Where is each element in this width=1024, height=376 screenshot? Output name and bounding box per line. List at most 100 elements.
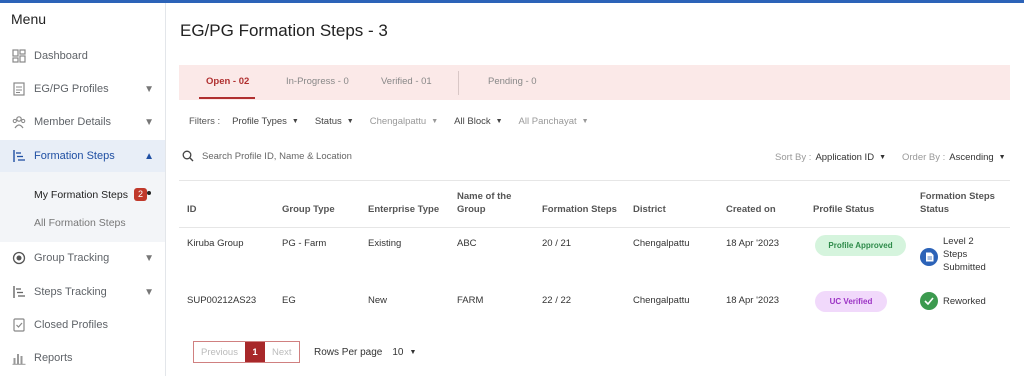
cell-group-type: EG [282,295,296,306]
menu-title: Menu [11,11,47,27]
tracking-icon [12,251,26,265]
submenu-item-all-formation-steps[interactable]: All Formation Steps [34,217,126,229]
cell-id: SUP00212AS23 [187,295,257,306]
cell-id: Kiruba Group [187,238,244,249]
filter-district[interactable]: Chengalpattu ▼ [370,116,438,127]
chevron-down-icon: ▼ [144,252,154,264]
status-line: Submitted [943,262,986,273]
filter-status[interactable]: Status ▼ [315,116,354,127]
table-header: ID Group Type Enterprise Type Name of th… [179,180,1010,228]
filter-block[interactable]: All Block ▼ [454,116,502,127]
active-dot-icon [147,191,151,195]
tab-open[interactable]: Open - 02 [206,76,249,87]
pagination: Previous 1 Next [193,341,300,363]
formation-steps-submenu: My Formation Steps 2 All Formation Steps [0,172,165,242]
sidebar-item-closed-profiles[interactable]: Closed Profiles [0,310,165,340]
order-by-select[interactable]: Order By : Ascending ▼ [902,152,1006,163]
sidebar-item-label: Group Tracking [34,252,110,264]
sidebar-item-egpg-profiles[interactable]: EG/PG Profiles ▼ [0,74,165,104]
header-line: Group [457,204,486,215]
caret-down-icon: ▼ [879,154,886,161]
col-enterprise-type[interactable]: Enterprise Type [368,203,439,216]
cell-enterprise-type: Existing [368,238,402,249]
sidebar-item-label: Reports [34,352,73,364]
cell-group-name: FARM [457,295,484,306]
sidebar-item-label: EG/PG Profiles [34,83,109,95]
previous-page-button[interactable]: Previous [194,342,245,362]
sidebar-item-formation-steps[interactable]: Formation Steps ▲ [0,140,165,172]
status-line: Level 2 [943,236,974,247]
filter-label: Chengalpattu [369,116,427,127]
header-line: Formation Steps [920,191,995,202]
filter-label: Status [314,116,342,127]
cell-formation-steps-status: Reworked [943,296,986,307]
cell-group-type: PG - Farm [282,238,327,249]
col-profile-status[interactable]: Profile Status [813,203,874,216]
sidebar-item-reports[interactable]: Reports [0,343,165,373]
col-district[interactable]: District [633,203,666,216]
cell-created-on: 18 Apr '2023 [726,238,780,249]
check-circle-icon [920,292,938,310]
col-name-of-group[interactable]: Name of the Group [457,190,511,216]
active-tab-indicator [199,97,255,99]
caret-down-icon: ▼ [581,118,589,125]
next-page-button[interactable]: Next [265,342,299,362]
tab-in-progress[interactable]: In-Progress - 0 [286,76,349,87]
col-formation-steps-status[interactable]: Formation Steps Status [920,190,995,216]
sort-by-label: Sort By : [775,152,812,163]
cell-group-name: ABC [457,238,477,249]
sidebar-item-group-tracking[interactable]: Group Tracking ▼ [0,243,165,273]
dashboard-icon [12,49,26,63]
tab-divider [458,71,459,95]
count-badge: 2 [133,188,147,201]
sidebar-item-label: Formation Steps [34,150,115,162]
filter-bar: Filters : Profile Types ▼ Status ▼ Chengal… [189,116,589,127]
steps-list-icon [12,149,26,163]
closed-doc-icon [12,318,26,332]
col-created-on[interactable]: Created on [726,203,776,216]
sidebar-item-dashboard[interactable]: Dashboard [0,41,165,71]
submenu-item-my-formation-steps[interactable]: My Formation Steps 2 [34,188,151,201]
search-input[interactable]: Search Profile ID, Name & Location [182,150,352,162]
sidebar-item-member-details[interactable]: Member Details ▼ [0,107,165,137]
sort-by-select[interactable]: Sort By : Application ID ▼ [775,152,886,163]
table-row[interactable]: SUP00212AS23 EG New FARM 22 / 22 Chengal… [179,284,1010,324]
rows-per-page-select[interactable]: Rows Per page 10 ▼ [314,347,416,358]
cell-district: Chengalpattu [633,238,690,249]
filters-label: Filters : [189,116,221,127]
cell-formation-steps-status: Level 2 Steps Submitted [943,235,986,274]
caret-down-icon: ▼ [431,118,439,125]
cell-district: Chengalpattu [633,295,690,306]
submenu-item-label: My Formation Steps [34,188,128,201]
chevron-down-icon: ▼ [144,116,154,128]
caret-down-icon: ▼ [346,118,354,125]
sidebar-item-steps-tracking[interactable]: Steps Tracking ▼ [0,277,165,307]
col-group-type[interactable]: Group Type [282,203,335,216]
chevron-up-icon: ▲ [144,150,154,162]
search-placeholder: Search Profile ID, Name & Location [202,150,352,162]
reports-icon [12,351,26,365]
cell-formation-steps: 22 / 22 [542,295,572,306]
rows-per-page-value: 10 [392,347,404,358]
filter-label: All Panchayat [518,116,577,127]
filter-panchayat[interactable]: All Panchayat ▼ [519,116,589,127]
status-line: Steps [943,249,968,260]
steps-list-icon [12,285,26,299]
order-by-label: Order By : [902,152,946,163]
cell-created-on: 18 Apr '2023 [726,295,780,306]
sort-by-value: Application ID [815,152,875,163]
filter-profile-types[interactable]: Profile Types ▼ [232,116,299,127]
status-tabs: Open - 02 In-Progress - 0 Verified - 01 … [179,65,1010,100]
sidebar: Menu Dashboard EG/PG Profiles ▼ Member D… [0,3,166,376]
caret-down-icon: ▼ [409,349,417,356]
tab-verified[interactable]: Verified - 01 [381,76,432,87]
page-1-button[interactable]: 1 [244,342,265,362]
filter-label: All Block [454,116,491,127]
profile-doc-icon [12,82,26,96]
col-formation-steps[interactable]: Formation Steps [542,203,617,216]
caret-down-icon: ▼ [998,154,1006,161]
table-row[interactable]: Kiruba Group PG - Farm Existing ABC 20 /… [179,228,1010,284]
order-by-value: Ascending [949,152,994,163]
col-id[interactable]: ID [187,203,197,216]
tab-pending[interactable]: Pending - 0 [488,76,537,87]
